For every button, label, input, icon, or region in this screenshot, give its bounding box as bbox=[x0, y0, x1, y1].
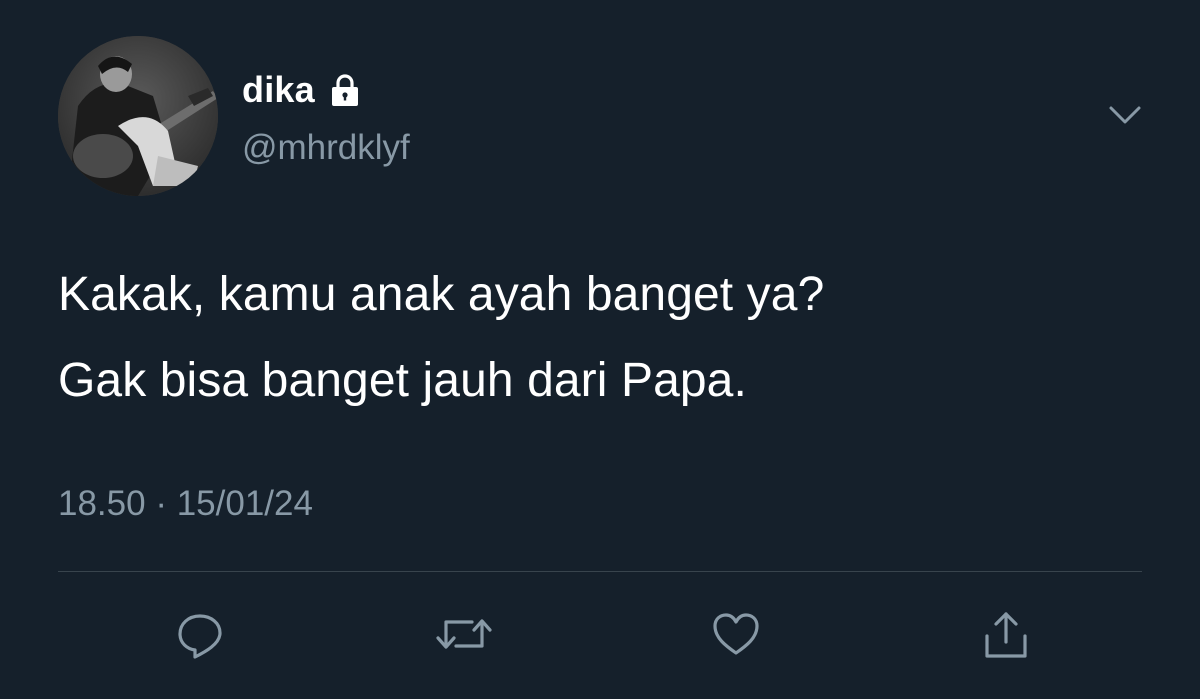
lock-icon bbox=[327, 72, 363, 108]
share-icon bbox=[985, 612, 1027, 658]
meta-separator: · bbox=[155, 484, 167, 523]
retweet-button[interactable] bbox=[434, 604, 494, 664]
share-button[interactable] bbox=[976, 604, 1036, 664]
tweet-date: 15/01/24 bbox=[176, 484, 313, 523]
tweet-line: Kakak, kamu anak ayah banget ya? bbox=[58, 268, 825, 321]
display-name[interactable]: dika bbox=[242, 69, 315, 111]
tweet-text: Kakak, kamu anak ayah banget ya? Gak bis… bbox=[58, 252, 1158, 424]
avatar[interactable] bbox=[58, 36, 218, 196]
chevron-down-icon[interactable] bbox=[1104, 100, 1146, 132]
retweet-icon bbox=[436, 619, 492, 649]
user-name-row: dika bbox=[242, 69, 363, 111]
reply-button[interactable] bbox=[170, 604, 230, 664]
user-handle[interactable]: @mhrdklyf bbox=[242, 128, 410, 168]
divider bbox=[58, 571, 1142, 572]
tweet-line: Gak bisa banget jauh dari Papa. bbox=[58, 354, 747, 407]
reply-icon bbox=[178, 614, 222, 659]
like-button[interactable] bbox=[706, 604, 766, 664]
tweet-timestamp: 18.50 · 15/01/24 bbox=[58, 484, 313, 524]
heart-icon bbox=[713, 613, 759, 655]
tweet-time: 18.50 bbox=[58, 484, 146, 523]
avatar-photo bbox=[58, 36, 218, 196]
